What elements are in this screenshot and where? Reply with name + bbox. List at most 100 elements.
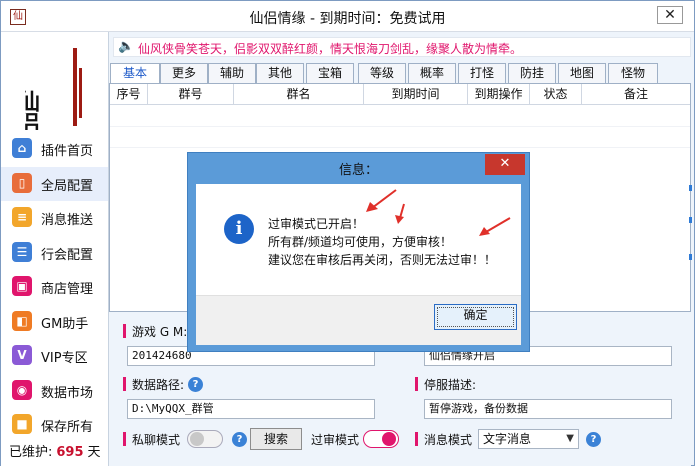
audit-mode-label: 过审模式	[311, 433, 360, 447]
annotation-arrow-icon	[395, 203, 405, 224]
table-header: 序号 群号 群名 到期时间 到期操作 状态 备注	[110, 84, 690, 105]
sidebar-item-label: 保存所有	[41, 420, 94, 435]
tab-monster[interactable]: 怪物	[608, 63, 658, 83]
column-header-status[interactable]: 状态	[530, 84, 582, 105]
dialog-close-button[interactable]: ✕	[485, 154, 525, 175]
sidebar-item-label: GM助手	[41, 316, 89, 332]
ok-button[interactable]: 确定	[434, 304, 517, 330]
table-row-divider	[110, 126, 690, 127]
announcement-ticker: 🔈 仙风侠骨笑苍天，侣影双双醉红颜，情天恨海刀剑乱，缘聚人散为情牵。	[113, 37, 691, 57]
annotation-arrow-icon	[366, 189, 397, 212]
column-header-group-name[interactable]: 群名	[234, 84, 364, 105]
data-path-label-text: 数据路径:	[132, 378, 185, 392]
arrow-shaft	[485, 217, 511, 233]
logo-text: 仙侣情缘	[25, 89, 40, 130]
sidebar-item-vip-zone[interactable]: V VIP专区	[1, 339, 108, 374]
sidebar: 仙侣情缘 ⌂ 插件首页 ▯ 全局配置 ≡ 消息推送 ☰ 行会配置 ▣	[1, 32, 109, 466]
annotation-arrow-icon	[479, 217, 511, 236]
dialog-title: 信息：	[338, 163, 378, 178]
scroll-indicator	[689, 254, 692, 260]
database-icon: ◉	[12, 379, 32, 400]
sidebar-item-plugin-home[interactable]: ⌂ 插件首页	[1, 132, 108, 167]
main-window: 仙 仙侣情缘 - 到期时间：免费试用 ✕ 仙侣情缘 ⌂ 插件首页 ▯ 全局配置 …	[0, 0, 695, 466]
sidebar-item-guild-config[interactable]: ☰ 行会配置	[1, 236, 108, 271]
sidebar-item-save-all[interactable]: ■ 保存所有	[1, 408, 108, 443]
sidebar-item-data-market[interactable]: ◉ 数据市场	[1, 374, 108, 409]
arrow-head	[366, 202, 378, 212]
maintenance-unit: 天	[87, 445, 101, 460]
table-row-divider	[110, 147, 690, 148]
private-chat-toggle[interactable]	[187, 430, 223, 448]
column-header-index[interactable]: 序号	[110, 84, 148, 105]
brand-logo: 仙侣情缘	[25, 48, 82, 130]
speaker-icon: 🔈	[118, 39, 135, 54]
chevron-down-icon: ▼	[566, 433, 574, 444]
sidebar-item-shop-management[interactable]: ▣ 商店管理	[1, 270, 108, 305]
tab-treasure[interactable]: 宝箱	[306, 63, 354, 83]
label-accent	[415, 377, 418, 391]
sidebar-item-label: VIP专区	[41, 351, 88, 366]
toggle-knob	[382, 432, 396, 446]
tab-anti-cheat[interactable]: 防挂	[508, 63, 556, 83]
tab-level[interactable]: 等级	[358, 63, 406, 83]
message-mode-value: 文字消息	[483, 432, 532, 446]
help-icon[interactable]: ?	[586, 432, 601, 447]
shop-icon: ▣	[12, 276, 32, 296]
message-mode-label: 消息模式	[415, 431, 472, 448]
label-accent	[123, 324, 126, 338]
sidebar-item-label: 全局配置	[41, 178, 94, 194]
dialog-body: i 过审模式已开启！ 所有群/频道均可使用，方便审核！ 建议您在审核后再关闭，否…	[196, 184, 521, 345]
column-header-expire-time[interactable]: 到期时间	[364, 84, 468, 105]
private-chat-label-text: 私聊模式	[132, 433, 181, 447]
window-close-button[interactable]: ✕	[657, 6, 683, 24]
tab-probability[interactable]: 概率	[408, 63, 456, 83]
help-icon[interactable]: ?	[232, 432, 247, 447]
tab-more[interactable]: 更多	[160, 63, 208, 83]
sidebar-item-message-push[interactable]: ≡ 消息推送	[1, 201, 108, 236]
private-chat-label: 私聊模式	[123, 431, 180, 448]
label-accent	[415, 432, 418, 446]
tab-other[interactable]: 其他	[256, 63, 304, 83]
stop-desc-input[interactable]: 暂停游戏，备份数据	[424, 399, 672, 419]
sidebar-item-label: 插件首页	[41, 144, 94, 159]
sidebar-item-label: 商店管理	[41, 282, 94, 297]
sidebar-item-label: 数据市场	[41, 385, 94, 401]
arrow-shaft	[371, 189, 397, 209]
audit-mode-toggle[interactable]	[363, 430, 399, 448]
tab-assist[interactable]: 辅助	[208, 63, 256, 83]
maintenance-label: 已维护:	[9, 445, 53, 460]
maintenance-days: 695	[56, 445, 84, 460]
message-mode-label-text: 消息模式	[424, 433, 473, 447]
sidebar-menu: ⌂ 插件首页 ▯ 全局配置 ≡ 消息推送 ☰ 行会配置 ▣ 商店管理 ◧ GM助…	[1, 132, 108, 443]
stop-desc-label: 停服描述:	[415, 376, 476, 393]
house-icon: ⌂	[12, 138, 32, 158]
gm-label: 游戏 G M:	[123, 323, 187, 340]
sidebar-item-gm-assistant[interactable]: ◧ GM助手	[1, 305, 108, 340]
title-bar: 仙 仙侣情缘 - 到期时间：免费试用 ✕	[1, 1, 694, 32]
note-icon: ≡	[12, 207, 32, 227]
column-header-expire-action[interactable]: 到期操作	[468, 84, 530, 105]
scroll-indicator	[689, 185, 692, 191]
stop-desc-label-text: 停服描述:	[424, 378, 477, 392]
column-header-group-id[interactable]: 群号	[148, 84, 234, 105]
dialog-message-line-3: 建议您在审核后再关闭，否则无法过审！！	[268, 253, 497, 267]
column-header-remark[interactable]: 备注	[582, 84, 690, 105]
layers-icon: ☰	[12, 241, 32, 262]
tab-monster-fight[interactable]: 打怪	[458, 63, 506, 83]
gm-label-text: 游戏 G M:	[132, 325, 188, 339]
arrow-shaft	[399, 203, 405, 219]
message-mode-select[interactable]: 文字消息 ▼	[478, 429, 579, 449]
label-accent	[123, 432, 126, 446]
search-button[interactable]: 搜索	[250, 428, 302, 450]
sidebar-item-global-config[interactable]: ▯ 全局配置	[1, 166, 108, 201]
tab-basic[interactable]: 基本	[110, 63, 160, 84]
vip-icon: V	[12, 345, 32, 365]
data-path-input[interactable]: D:\MyQQX_群管	[127, 399, 375, 419]
toggle-knob	[190, 432, 204, 446]
tab-map[interactable]: 地图	[558, 63, 606, 83]
dialog-message-line-1: 过审模式已开启！	[268, 217, 365, 231]
info-icon: i	[224, 214, 254, 244]
help-icon[interactable]: ?	[188, 377, 203, 392]
announcement-text: 仙风侠骨笑苍天，侣影双双醉红颜，情天恨海刀剑乱，缘聚人散为情牵。	[138, 42, 523, 56]
toolbox-icon: ◧	[12, 310, 32, 331]
